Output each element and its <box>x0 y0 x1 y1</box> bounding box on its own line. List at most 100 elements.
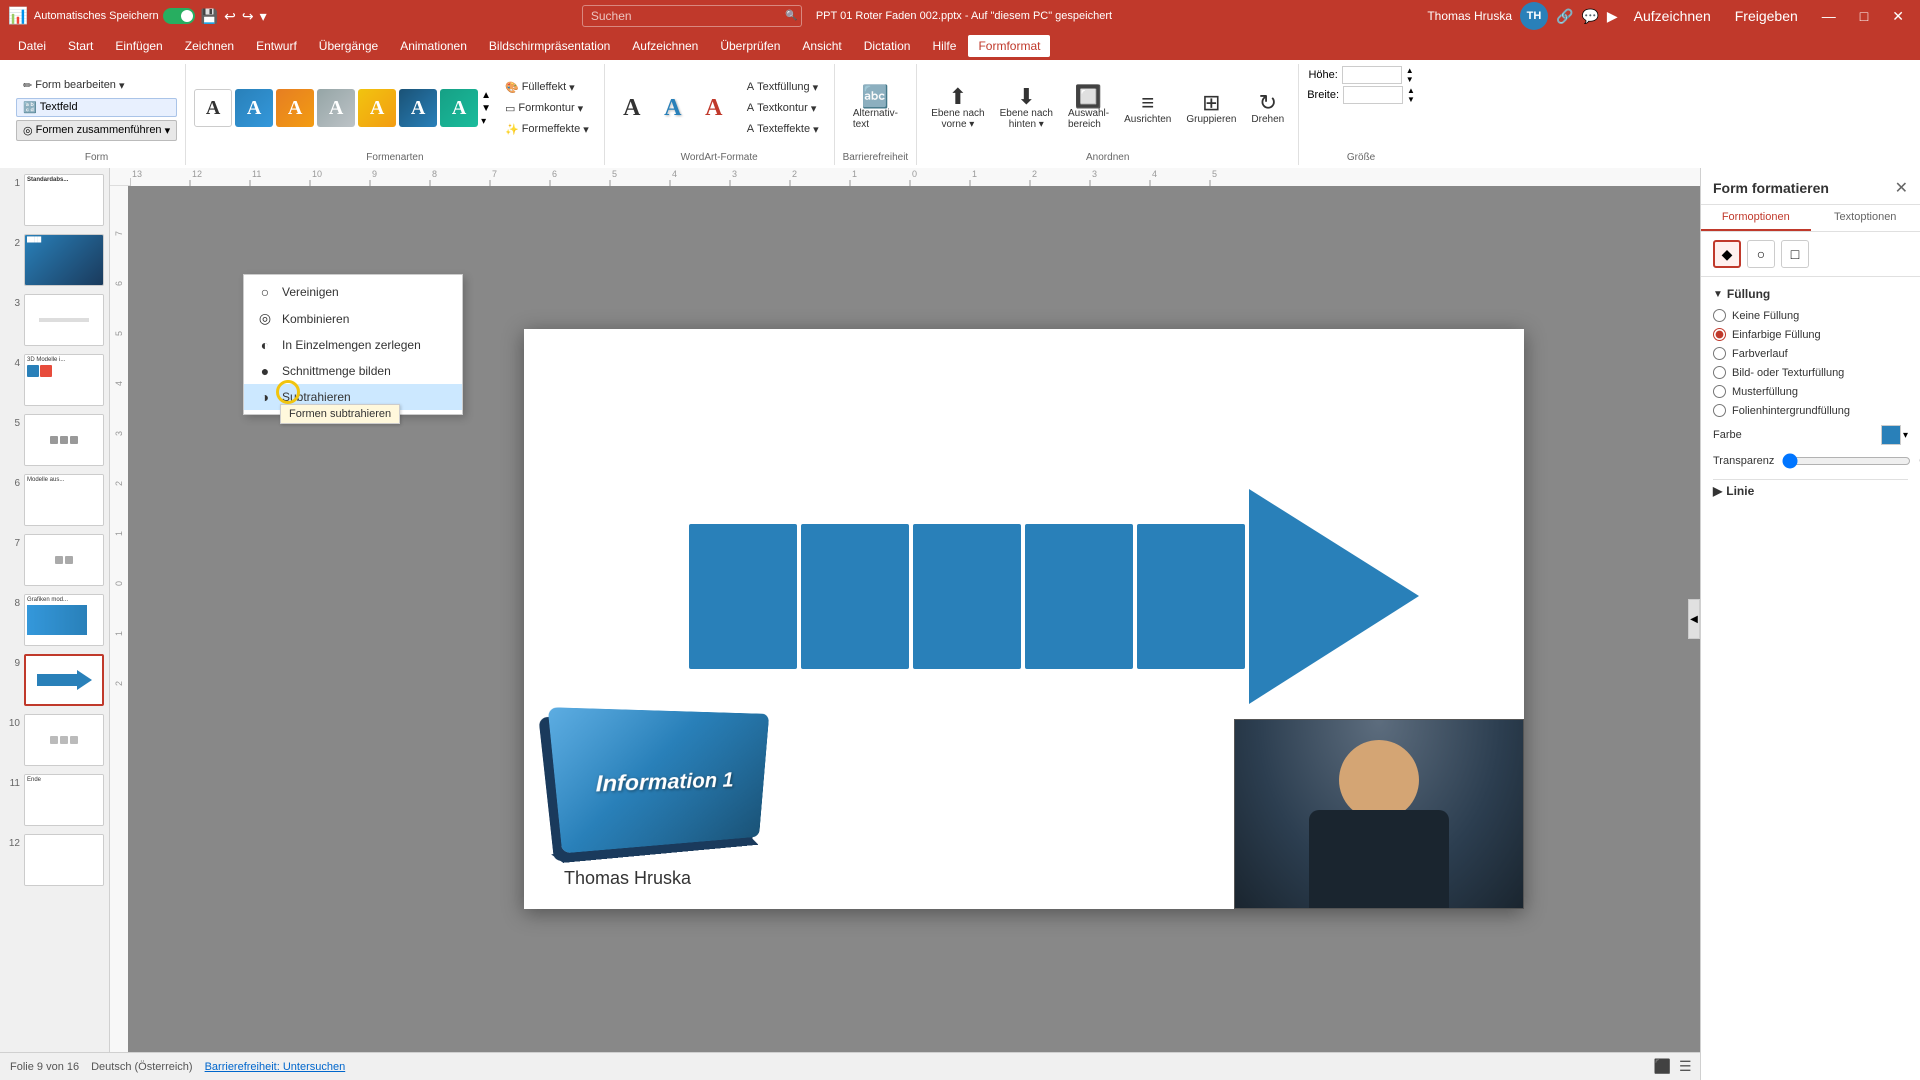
linie-title[interactable]: ▶ Linie <box>1713 479 1908 502</box>
color-dropdown-arrow[interactable]: ▾ <box>1903 430 1908 441</box>
style-teal[interactable]: A <box>440 89 478 127</box>
undo-icon[interactable]: ↩ <box>224 8 236 25</box>
radio-folienhintergrund-input[interactable] <box>1713 404 1726 417</box>
height-stepper[interactable]: ▲ ▼ <box>1406 66 1414 84</box>
form-icon-circle[interactable]: ○ <box>1747 240 1775 268</box>
slide-thumb-4[interactable]: 4 3D Modelle i... <box>4 352 105 408</box>
panel-close-button[interactable]: ✕ <box>1895 178 1908 198</box>
style-yellow[interactable]: A <box>358 89 396 127</box>
save-icon[interactable]: 💾 <box>201 8 218 25</box>
style-blue2[interactable]: A <box>399 89 437 127</box>
menu-animationen[interactable]: Animationen <box>390 35 477 57</box>
ebene-hinten-button[interactable]: ⬇ Ebene nachhinten ▾ <box>994 82 1059 134</box>
menu-praesentation[interactable]: Bildschirmpräsentation <box>479 35 620 57</box>
window-freigeben[interactable]: Freigeben <box>1727 0 1806 32</box>
transparency-slider[interactable] <box>1782 453 1911 469</box>
wordart-blue[interactable]: A <box>654 89 692 127</box>
height-down-icon[interactable]: ▼ <box>1406 75 1414 84</box>
width-up-icon[interactable]: ▲ <box>1407 86 1415 95</box>
radio-einfarbige-fuellung-input[interactable] <box>1713 328 1726 341</box>
formkontur-button[interactable]: ▭ Formkontur ▾ <box>498 99 596 118</box>
style-gray[interactable]: A <box>317 89 355 127</box>
textfuellung-button[interactable]: A Textfüllung ▾ <box>740 78 826 97</box>
slide-thumb-1[interactable]: 1 Standardabs... <box>4 172 105 228</box>
style-expand-arrow[interactable]: ▾ <box>481 116 491 127</box>
dropdown-vereinigen[interactable]: ○ Vereinigen <box>244 279 462 305</box>
style-down-arrow[interactable]: ▼ <box>481 103 491 114</box>
slide-thumb-10[interactable]: 10 <box>4 712 105 768</box>
gruppieren-button[interactable]: ⊞ Gruppieren <box>1180 88 1242 129</box>
redo-icon[interactable]: ↪ <box>242 8 254 25</box>
textkontur-button[interactable]: A Textkontur ▾ <box>740 99 826 118</box>
menu-zeichnen[interactable]: Zeichnen <box>175 35 244 57</box>
info-button[interactable]: Information 1 <box>564 714 774 849</box>
width-down-icon[interactable]: ▼ <box>1407 95 1415 104</box>
radio-musterfuellung[interactable]: Musterfüllung <box>1713 385 1908 398</box>
dropdown-einzelmengen[interactable]: ◐ In Einzelmengen zerlegen <box>244 332 462 358</box>
slide-thumb-3[interactable]: 3 <box>4 292 105 348</box>
style-more-arrows[interactable]: ▲ ▼ ▾ <box>481 90 491 127</box>
color-selector[interactable]: ▾ <box>1881 425 1908 445</box>
search-wrapper[interactable] <box>582 5 802 27</box>
panel-collapse-button[interactable]: ◀ <box>1688 599 1700 639</box>
slide-thumb-7[interactable]: 7 <box>4 532 105 588</box>
radio-farbverlauf[interactable]: Farbverlauf <box>1713 347 1908 360</box>
view-normal-icon[interactable]: ⬛ <box>1654 1058 1671 1075</box>
radio-einfarbige-fuellung[interactable]: Einfarbige Füllung <box>1713 328 1908 341</box>
dropdown-kombinieren[interactable]: ◎ Kombinieren <box>244 305 462 332</box>
slide-thumb-6[interactable]: 6 Modelle aus... <box>4 472 105 528</box>
autosave-switch[interactable] <box>163 8 195 24</box>
height-input[interactable] <box>1342 66 1402 84</box>
more-icon[interactable]: ▾ <box>260 8 267 25</box>
tab-formoptionen[interactable]: Formoptionen <box>1701 205 1811 231</box>
window-aufzeichnen[interactable]: Aufzeichnen <box>1626 0 1719 32</box>
wordart-red[interactable]: A <box>695 89 733 127</box>
texteffekte-button[interactable]: A Texteffekte ▾ <box>740 120 826 139</box>
window-maximize[interactable]: □ <box>1852 0 1876 32</box>
menu-uebergaenge[interactable]: Übergänge <box>309 35 388 57</box>
menu-einfuegen[interactable]: Einfügen <box>105 35 172 57</box>
view-outline-icon[interactable]: ☰ <box>1679 1058 1692 1075</box>
present-icon[interactable]: ▶ <box>1607 8 1618 25</box>
form-icon-diamond[interactable]: ◆ <box>1713 240 1741 268</box>
fuelleffekt-button[interactable]: 🎨 Fülleffekt ▾ <box>498 78 596 97</box>
style-white[interactable]: A <box>194 89 232 127</box>
user-avatar[interactable]: TH <box>1520 2 1548 30</box>
radio-keine-fuellung[interactable]: Keine Füllung <box>1713 309 1908 322</box>
menu-datei[interactable]: Datei <box>8 35 56 57</box>
radio-musterfuellung-input[interactable] <box>1713 385 1726 398</box>
form-icon-square[interactable]: □ <box>1781 240 1809 268</box>
style-blue1[interactable]: A <box>235 89 273 127</box>
slide-thumb-12[interactable]: 12 <box>4 832 105 888</box>
ausrichten-button[interactable]: ≡ Ausrichten <box>1118 88 1177 129</box>
tab-textoptionen[interactable]: Textoptionen <box>1811 205 1920 231</box>
radio-bild-textur-input[interactable] <box>1713 366 1726 379</box>
menu-formformat[interactable]: Formformat <box>968 35 1050 57</box>
slide-canvas[interactable]: Information 1 Thomas Hruska <box>128 186 1920 1052</box>
radio-keine-fuellung-input[interactable] <box>1713 309 1726 322</box>
radio-bild-textur[interactable]: Bild- oder Texturfüllung <box>1713 366 1908 379</box>
width-input[interactable] <box>1343 86 1403 104</box>
share-icon[interactable]: 🔗 <box>1556 8 1573 25</box>
wordart-plain[interactable]: A <box>613 89 651 127</box>
menu-start[interactable]: Start <box>58 35 103 57</box>
fuellung-title[interactable]: ▼ Füllung <box>1713 287 1908 301</box>
formen-zusammenfuehren-button[interactable]: ◎ Formen zusammenführen ▾ <box>16 120 177 141</box>
radio-farbverlauf-input[interactable] <box>1713 347 1726 360</box>
width-stepper[interactable]: ▲ ▼ <box>1407 86 1415 104</box>
slide-thumb-5[interactable]: 5 <box>4 412 105 468</box>
form-bearbeiten-button[interactable]: ✏ Form bearbeiten ▾ <box>16 76 177 95</box>
alternativtext-button[interactable]: 🔤 Alternativ-text <box>847 82 904 134</box>
textfeld-button[interactable]: 🔡 Textfeld <box>16 98 177 117</box>
search-input[interactable] <box>582 5 802 27</box>
color-swatch[interactable] <box>1881 425 1901 445</box>
dropdown-schnittmenge[interactable]: ● Schnittmenge bilden <box>244 358 462 384</box>
window-minimize[interactable]: — <box>1814 0 1844 32</box>
slide-thumb-8[interactable]: 8 Grafiken mod... <box>4 592 105 648</box>
drehen-button[interactable]: ↻ Drehen <box>1245 88 1290 129</box>
style-up-arrow[interactable]: ▲ <box>481 90 491 101</box>
slide-thumb-11[interactable]: 11 Ende <box>4 772 105 828</box>
auswahlbereich-button[interactable]: 🔲 Auswahl-bereich <box>1062 82 1115 134</box>
menu-hilfe[interactable]: Hilfe <box>922 35 966 57</box>
autosave-toggle[interactable]: Automatisches Speichern <box>34 8 195 24</box>
